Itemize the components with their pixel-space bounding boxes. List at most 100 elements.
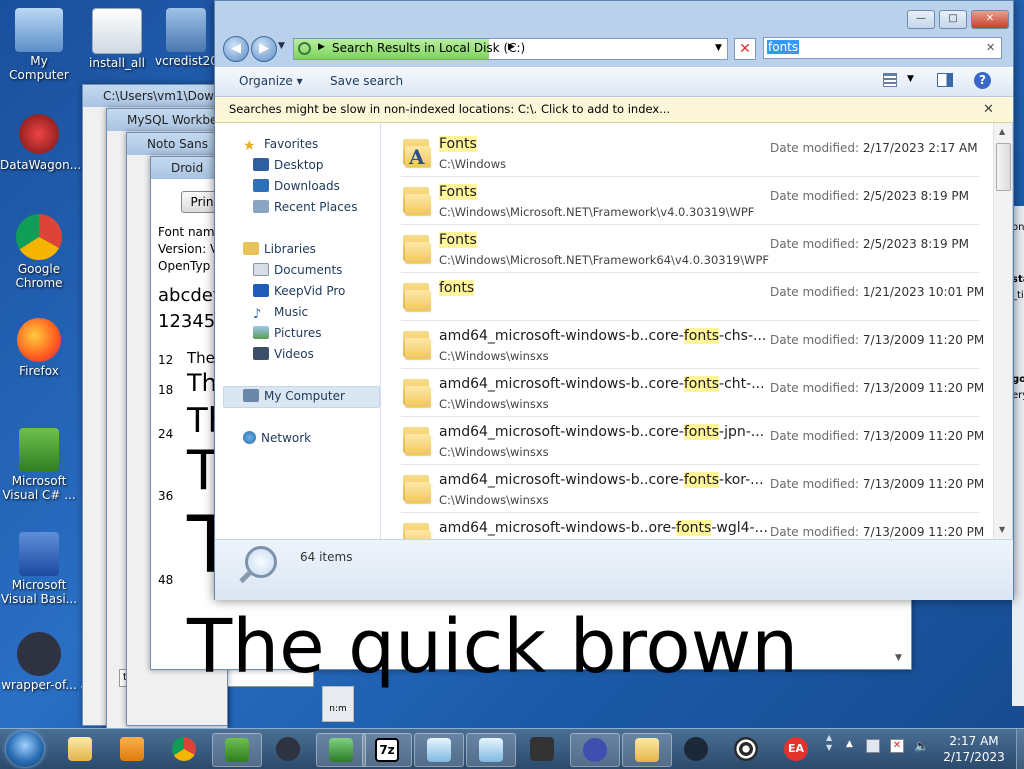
address-bar[interactable]: ▶ Search Results in Local Disk (C:) ▶ ▼ [293,38,728,60]
taskbar-notepad-2[interactable] [466,733,516,767]
font-info-version: Version: V [158,242,219,256]
taskbar-ea[interactable]: EA [772,733,820,765]
info-bar-text: Searches might be slow in non-indexed lo… [229,102,671,116]
taskbar-steam[interactable] [672,733,720,765]
breadcrumb-chevron-icon[interactable]: ▶ [318,42,325,52]
nav-recent-places[interactable]: Recent Places [253,200,357,214]
clock-date: 2/17/2023 [943,750,1005,764]
breadcrumb-segment[interactable]: Search Results in Local Disk (C:) [332,41,525,55]
preview-line-18: Th [187,369,217,397]
search-input[interactable]: fonts ✕ [763,37,1002,59]
taskbar-arc[interactable] [570,733,620,767]
chip-icon [530,737,554,761]
taskbar-chrome[interactable] [160,733,208,765]
result-path: C:\Windows\winsxs [439,445,549,459]
index-info-bar[interactable]: Searches might be slow in non-indexed lo… [215,97,1013,123]
result-row[interactable]: A Fonts C:\Windows Date modified: 2/17/2… [401,129,979,177]
nav-documents[interactable]: Documents [253,263,342,277]
taskbar-visual-csharp[interactable] [212,733,262,767]
sample-alphabet: abcdef [158,285,220,306]
result-name: amd64_microsoft-windows-b..core-fonts-jp… [439,424,765,440]
result-row[interactable]: amd64_microsoft-windows-b..core-fonts-ch… [401,321,984,369]
firefox-icon [17,318,61,362]
network-tray-icon[interactable] [866,739,880,753]
clear-search-icon[interactable]: ✕ [986,41,995,54]
desktop-icon-visual-csharp[interactable]: Microsoft Visual C# ... [0,428,78,502]
stop-search-button[interactable]: ✕ [734,38,756,60]
forward-button[interactable]: ▶ [251,36,277,62]
scroll-up-arrow[interactable]: ▲ [999,127,1005,136]
nav-my-computer[interactable]: My Computer [243,389,345,403]
nm-toolbar-button[interactable]: n:m [322,686,354,722]
start-button[interactable] [6,731,44,767]
desktop-icon-datawagon[interactable]: DataWagon... [0,112,81,172]
nav-libraries[interactable]: Libraries [243,242,316,256]
help-icon[interactable]: ? [974,72,991,89]
folder-icon [401,521,431,539]
result-row[interactable]: amd64_microsoft-windows-b..core-fonts-ch… [401,369,984,417]
taskbar-electron[interactable] [264,733,312,765]
volume-icon[interactable]: 🔈 [914,739,929,753]
maximize-button[interactable]: □ [939,10,967,29]
breadcrumb-chevron-icon[interactable]: ▶ [508,42,515,52]
taskbar-task-manager[interactable] [316,733,366,767]
scroll-down-arrow[interactable]: ▼ [999,525,1005,534]
preview-scroll-down[interactable]: ▼ [895,653,902,663]
folder-icon [401,233,431,263]
result-row[interactable]: fonts Date modified: 1/21/2023 10:01 PM [401,273,984,321]
result-row[interactable]: Fonts C:\Windows\Microsoft.NET\Framework… [401,177,979,225]
desktop-icon-label: wrapper-of... [1,678,77,692]
preview-pane-icon[interactable] [937,73,953,87]
result-row[interactable]: Fonts C:\Windows\Microsoft.NET\Framework… [401,225,979,273]
show-desktop-button[interactable] [1016,729,1024,769]
desktop-icon-my-computer[interactable]: My Computer [0,8,78,82]
taskbar-media-player[interactable] [108,733,156,765]
nav-pictures[interactable]: Pictures [253,326,322,340]
desktop-icon-wrapper[interactable]: wrapper-of... [0,632,78,692]
view-dropdown-icon[interactable]: ▼ [907,74,914,84]
nav-videos[interactable]: Videos [253,347,314,361]
result-row[interactable]: amd64_microsoft-windows-b..ore-fonts-wgl… [401,513,984,539]
taskbar-chip[interactable] [518,733,566,765]
nav-favorites[interactable]: ★ Favorites [243,137,318,154]
desktop-icon-vcredist[interactable]: vcredist20 [155,8,217,68]
taskbar-overflow-icon[interactable]: ▲ ▼ [826,733,832,753]
show-hidden-icons[interactable]: ▲ [846,739,853,749]
taskbar-spiral[interactable] [722,733,770,765]
nav-network[interactable]: Network [243,431,311,445]
organize-menu[interactable]: Organize ▾ [239,74,303,88]
nav-music[interactable]: ♪ Music [253,305,308,322]
nav-label: Libraries [264,242,316,256]
address-dropdown-icon[interactable]: ▼ [715,43,722,53]
close-infobar-icon[interactable]: ✕ [983,97,994,122]
minimize-button[interactable]: — [907,10,935,29]
desktop-icon-label: install_all [89,56,145,70]
back-button[interactable]: ◀ [223,36,249,62]
desktop-icon-visual-basic[interactable]: Microsoft Visual Basi... [0,532,78,606]
taskbar-notepad[interactable] [414,733,464,767]
result-date: Date modified: 7/13/2009 11:20 PM [770,333,985,347]
nav-downloads[interactable]: Downloads [253,179,340,193]
result-row[interactable]: amd64_microsoft-windows-b..core-fonts-jp… [401,417,984,465]
folder-icon [68,737,92,761]
taskbar-folder[interactable] [622,733,672,767]
scroll-thumb[interactable] [996,143,1011,191]
clock[interactable]: 2:17 AM 2/17/2023 [936,733,1012,765]
result-row[interactable]: amd64_microsoft-windows-b..core-fonts-ko… [401,465,984,513]
save-search-button[interactable]: Save search [330,74,403,88]
recent-pages-dropdown[interactable]: ▼ [278,41,285,51]
desktop-icon-install-all[interactable]: install_all [78,8,156,70]
explorer-window[interactable]: — □ ✕ ◀ ▶ ▼ ▶ Search Results in Local Di… [214,0,1014,600]
results-scrollbar[interactable]: ▲ ▼ [993,123,1012,539]
taskbar-explorer[interactable] [56,733,104,765]
desktop-icon-firefox[interactable]: Firefox [0,318,78,378]
result-date: Date modified: 2/5/2023 8:19 PM [770,237,969,251]
desktop-icon-chrome[interactable]: Google Chrome [0,214,78,290]
close-button[interactable]: ✕ [971,10,1009,29]
view-options-icon[interactable] [883,73,897,87]
nav-desktop[interactable]: Desktop [253,158,324,172]
font-info-name: Font nam [158,225,215,239]
nav-keepvid[interactable]: KeepVid Pro [253,284,345,298]
action-center-icon[interactable]: ✕ [890,739,904,753]
taskbar-7zip[interactable]: 7z [362,733,412,767]
